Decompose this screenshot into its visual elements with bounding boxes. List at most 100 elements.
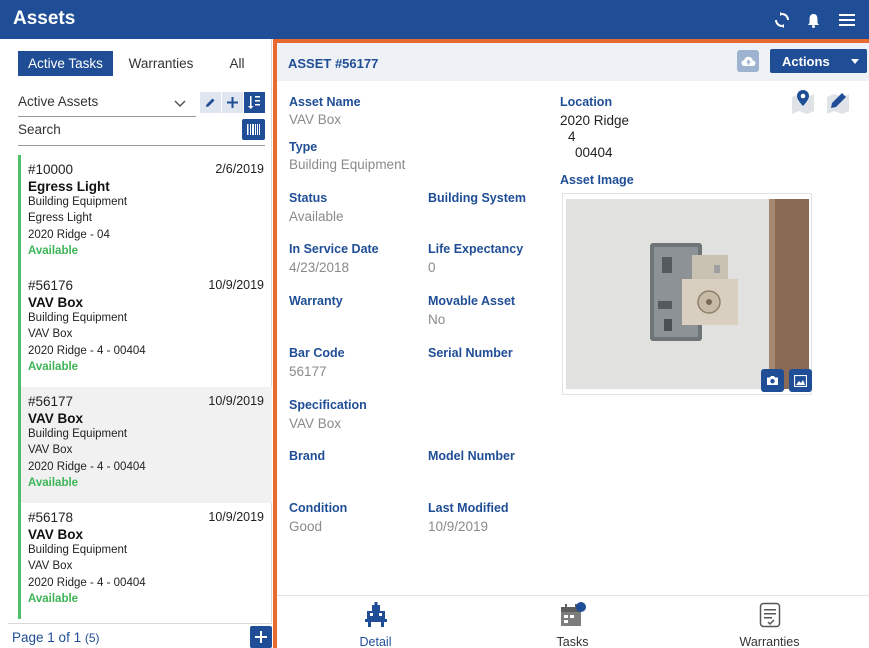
upload-button[interactable] <box>737 50 759 72</box>
in-service-date-label: In Service Date <box>289 242 379 256</box>
tab-warranties[interactable]: Warranties <box>113 51 209 76</box>
last-modified-label: Last Modified <box>428 501 509 515</box>
location-line-3: 00404 <box>575 145 613 160</box>
condition-value: Good <box>289 519 323 534</box>
page-count: (5) <box>84 631 100 645</box>
edit-filter-button[interactable] <box>200 92 221 113</box>
plus-icon <box>255 631 267 643</box>
barcode-scan-button[interactable] <box>242 119 265 140</box>
map-pin-icon[interactable] <box>790 89 816 120</box>
item-type: Building Equipment <box>28 428 128 440</box>
filter-underline <box>18 116 196 117</box>
nav-tasks[interactable]: Tasks <box>474 596 671 648</box>
location-line-1: 2020 Ridge <box>560 113 630 128</box>
page-prefix: Page <box>12 630 44 645</box>
item-number: #10000 <box>28 162 74 177</box>
item-type: Building Equipment <box>28 196 128 208</box>
pagination: Page 1 of 1 (5) <box>8 623 272 648</box>
list-item[interactable]: #56178 10/9/2019 VAV Box Building Equipm… <box>18 503 272 619</box>
item-description: VAV Box <box>28 560 73 572</box>
list-item-selected[interactable]: #56177 10/9/2019 VAV Box Building Equipm… <box>18 387 272 503</box>
asset-filter: Active Assets <box>18 91 265 117</box>
actions-dropdown[interactable]: Actions <box>770 49 867 73</box>
sort-az-icon <box>248 96 260 109</box>
item-description: Egress Light <box>28 212 92 224</box>
camera-button[interactable] <box>761 369 784 392</box>
item-date: 10/9/2019 <box>208 394 264 408</box>
bottom-navigation: Detail Tasks Warranties <box>277 595 869 648</box>
item-name: Egress Light <box>28 179 110 194</box>
in-service-date-value: 4/23/2018 <box>289 260 350 275</box>
asset-detail-icon <box>363 602 389 633</box>
search-underline <box>18 145 265 146</box>
sync-icon[interactable] <box>773 11 791 29</box>
plus-icon <box>227 97 238 108</box>
pencil-icon <box>206 98 215 107</box>
specification-value: VAV Box <box>289 416 342 431</box>
type-value: Building Equipment <box>289 157 406 172</box>
item-location: 2020 Ridge - 4 - 00404 <box>28 461 146 473</box>
list-item[interactable]: #10000 2/6/2019 Egress Light Building Eq… <box>18 155 272 271</box>
asset-id-title: ASSET #56177 <box>288 56 379 71</box>
app-root: Assets Active Tasks Warranties All Activ… <box>0 0 869 648</box>
chevron-down-icon[interactable] <box>174 95 186 113</box>
tab-all[interactable]: All <box>209 51 265 76</box>
menu-icon[interactable] <box>838 11 856 29</box>
movable-asset-value: No <box>428 312 446 327</box>
add-filter-button[interactable] <box>222 92 243 113</box>
tab-active-tasks[interactable]: Active Tasks <box>18 51 113 76</box>
caret-down-icon <box>851 59 859 64</box>
image-gallery-icon <box>794 374 807 387</box>
item-name: VAV Box <box>28 295 84 310</box>
cloud-upload-icon <box>741 56 755 66</box>
bell-icon[interactable] <box>804 11 822 29</box>
item-status: Available <box>28 245 79 257</box>
bar-code-label: Bar Code <box>289 346 345 360</box>
item-number: #56178 <box>28 510 74 525</box>
barcode-icon <box>247 124 260 135</box>
search-input[interactable]: Search <box>18 122 61 137</box>
asset-list: #10000 2/6/2019 Egress Light Building Eq… <box>18 155 272 619</box>
filter-select[interactable]: Active Assets <box>18 94 98 109</box>
item-location: 2020 Ridge - 4 - 00404 <box>28 577 146 589</box>
nav-detail[interactable]: Detail <box>277 596 474 648</box>
life-expectancy-value: 0 <box>428 260 436 275</box>
bar-code-value: 56177 <box>289 364 327 379</box>
list-item[interactable]: #56176 10/9/2019 VAV Box Building Equipm… <box>18 271 272 387</box>
last-modified-value: 10/9/2019 <box>428 519 489 534</box>
item-location: 2020 Ridge - 04 <box>28 229 110 241</box>
asset-image[interactable] <box>562 193 812 395</box>
detail-header: ASSET #56177 Actions <box>277 43 869 81</box>
item-number: #56176 <box>28 278 74 293</box>
condition-label: Condition <box>289 501 348 515</box>
serial-number-label: Serial Number <box>428 346 513 360</box>
item-name: VAV Box <box>28 411 84 426</box>
item-description: VAV Box <box>28 328 73 340</box>
nav-warranties-label: Warranties <box>739 635 800 648</box>
location-line-2: 4 <box>568 129 576 144</box>
actions-label: Actions <box>782 54 830 69</box>
sort-button[interactable] <box>244 92 265 113</box>
brand-label: Brand <box>289 449 326 463</box>
life-expectancy-label: Life Expectancy <box>428 242 524 256</box>
add-asset-button[interactable] <box>250 626 272 648</box>
warranty-document-icon <box>759 602 781 633</box>
location-label: Location <box>560 95 613 109</box>
item-date: 2/6/2019 <box>215 162 264 176</box>
gallery-button[interactable] <box>789 369 812 392</box>
status-label: Status <box>289 191 328 205</box>
list-tabs: Active Tasks Warranties All <box>18 51 265 76</box>
search-box: Search <box>18 119 265 147</box>
asset-image-label: Asset Image <box>560 173 634 187</box>
nav-tasks-label: Tasks <box>556 635 589 648</box>
item-name: VAV Box <box>28 527 84 542</box>
specification-label: Specification <box>289 398 367 412</box>
asset-list-panel: Active Tasks Warranties All Active Asset… <box>8 39 272 648</box>
item-status: Available <box>28 361 79 373</box>
item-number: #56177 <box>28 394 74 409</box>
asset-detail-panel: ASSET #56177 Actions Asset Name VAV Box … <box>273 39 869 648</box>
model-number-label: Model Number <box>428 449 515 463</box>
tasks-calendar-icon <box>559 602 587 633</box>
nav-warranties[interactable]: Warranties <box>671 596 868 648</box>
edit-location-icon[interactable] <box>825 89 851 120</box>
